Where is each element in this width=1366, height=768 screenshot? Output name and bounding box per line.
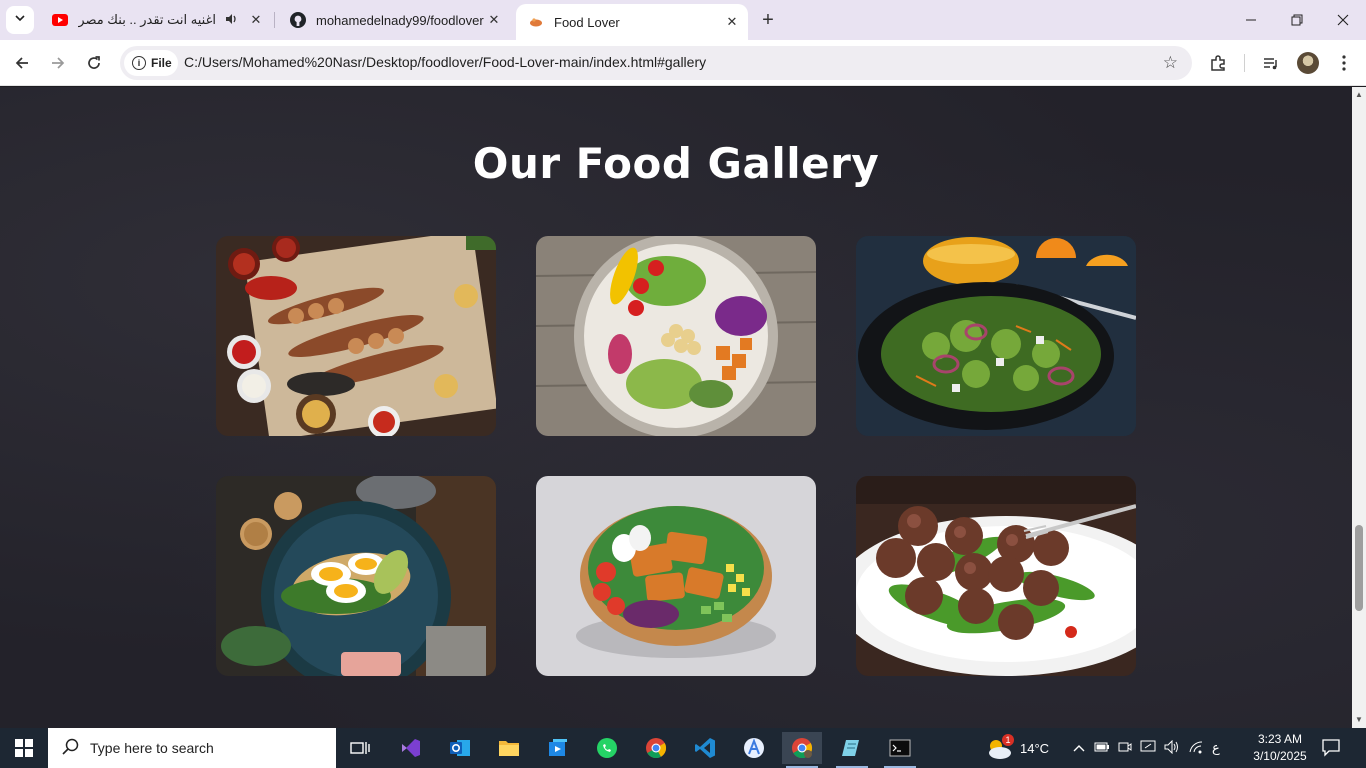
taskbar-search-box[interactable]: Type here to search <box>48 728 336 768</box>
forward-button[interactable] <box>44 49 72 77</box>
media-player-icon[interactable] <box>538 732 578 764</box>
media-controls-icon[interactable] <box>1258 50 1284 76</box>
tab-strip: اغنيه انت تقدر .. بنك مصر رمضان ✕ mohame… <box>0 0 1366 40</box>
new-tab-button[interactable]: + <box>756 8 780 32</box>
bookmark-star-icon[interactable]: ☆ <box>1163 53 1178 73</box>
system-tray: ع <box>1072 728 1220 768</box>
close-tab-icon[interactable]: ✕ <box>722 12 742 32</box>
clock-time: 3:23 AM <box>1257 732 1303 746</box>
chrome-icon[interactable] <box>636 732 676 764</box>
tab-youtube[interactable]: اغنيه انت تقدر .. بنك مصر رمضان ✕ <box>40 4 272 36</box>
android-studio-icon[interactable] <box>734 732 774 764</box>
back-button[interactable] <box>8 49 36 77</box>
chevron-down-icon <box>14 11 26 29</box>
weather-widget[interactable]: 1 14°C <box>984 728 1049 768</box>
windows-taskbar: Type here to search 1 14°C ع 3:23 AM 3/1… <box>0 728 1366 768</box>
gallery-image-buddha-bowl[interactable] <box>536 236 816 436</box>
reload-button[interactable] <box>80 49 108 77</box>
youtube-icon <box>52 12 68 28</box>
file-explorer-icon[interactable] <box>489 732 529 764</box>
battery-icon[interactable] <box>1094 741 1110 756</box>
gallery-image-green-salad[interactable] <box>856 236 1136 436</box>
tab-title: اغنيه انت تقدر .. بنك مصر رمضان <box>78 12 216 27</box>
browser-toolbar: i File C:/Users/Mohamed%20Nasr/Desktop/f… <box>0 40 1366 86</box>
close-tab-icon[interactable]: ✕ <box>246 10 266 30</box>
weather-temperature: 14°C <box>1020 740 1050 756</box>
notifications-icon[interactable] <box>1320 736 1344 760</box>
toolbar-divider <box>1244 54 1245 72</box>
page-scrollbar[interactable]: ▲ ▼ <box>1352 87 1366 728</box>
scroll-up-arrow-icon[interactable]: ▲ <box>1355 90 1363 99</box>
site-info-chip[interactable]: i File <box>124 50 178 76</box>
gallery-image-chicken-bowl[interactable] <box>536 476 816 676</box>
chrome-profile-window-icon[interactable] <box>782 732 822 768</box>
vscode-icon[interactable] <box>685 732 725 764</box>
chevron-up-icon[interactable] <box>1072 741 1086 756</box>
notepad-icon[interactable] <box>832 732 872 768</box>
tab-title: mohamedelnady99/foodlover- <box>316 12 484 28</box>
profile-avatar[interactable] <box>1297 52 1319 74</box>
start-button[interactable] <box>0 728 48 768</box>
close-tab-icon[interactable]: ✕ <box>484 10 504 30</box>
weather-icon: 1 <box>984 734 1014 760</box>
scroll-down-arrow-icon[interactable]: ▼ <box>1355 715 1363 724</box>
task-view-icon[interactable] <box>340 732 380 764</box>
whatsapp-icon[interactable] <box>587 732 627 764</box>
taskbar-clock[interactable]: 3:23 AM 3/10/2025 <box>1240 731 1320 765</box>
camera-icon[interactable] <box>1118 740 1132 757</box>
github-icon <box>290 12 306 28</box>
gallery-image-egg-toast[interactable] <box>216 476 496 676</box>
tab-divider <box>274 12 275 28</box>
speaker-icon[interactable] <box>224 12 238 29</box>
windows-logo-icon <box>15 739 33 757</box>
clock-date: 3/10/2025 <box>1253 749 1307 763</box>
search-placeholder: Type here to search <box>90 740 214 756</box>
outlook-icon[interactable] <box>440 732 480 764</box>
gallery-section: Our Food Gallery <box>0 87 1352 728</box>
close-window-button[interactable] <box>1320 0 1366 40</box>
volume-icon[interactable] <box>1164 739 1180 757</box>
tab-food-lover[interactable]: Food Lover ✕ <box>516 4 748 40</box>
search-icon <box>62 738 80 759</box>
extensions-icon[interactable] <box>1205 50 1231 76</box>
tab-title: Food Lover <box>554 14 620 30</box>
address-bar[interactable]: i File C:/Users/Mohamed%20Nasr/Desktop/f… <box>120 46 1192 80</box>
gallery-title: Our Food Gallery <box>472 139 880 188</box>
terminal-icon[interactable] <box>880 732 920 768</box>
gallery-image-meatballs[interactable] <box>856 476 1136 676</box>
visual-studio-icon[interactable] <box>390 732 430 764</box>
restore-button[interactable] <box>1274 0 1320 40</box>
scheme-label: File <box>151 56 172 70</box>
tab-search-button[interactable] <box>6 6 34 34</box>
more-menu-icon[interactable] <box>1331 50 1357 76</box>
language-indicator[interactable]: ع <box>1212 740 1220 756</box>
minimize-button[interactable] <box>1228 0 1274 40</box>
gallery-image-kebab[interactable] <box>216 236 496 436</box>
info-icon: i <box>132 56 146 70</box>
wifi-icon[interactable] <box>1188 740 1204 757</box>
url-text[interactable]: C:/Users/Mohamed%20Nasr/Desktop/foodlove… <box>184 54 706 70</box>
weather-badge: 1 <box>1002 734 1014 746</box>
food-lover-favicon <box>528 14 544 30</box>
network-icon[interactable] <box>1140 740 1156 757</box>
tab-github[interactable]: mohamedelnady99/foodlover- ✕ <box>278 4 510 36</box>
scrollbar-thumb[interactable] <box>1355 525 1363 611</box>
